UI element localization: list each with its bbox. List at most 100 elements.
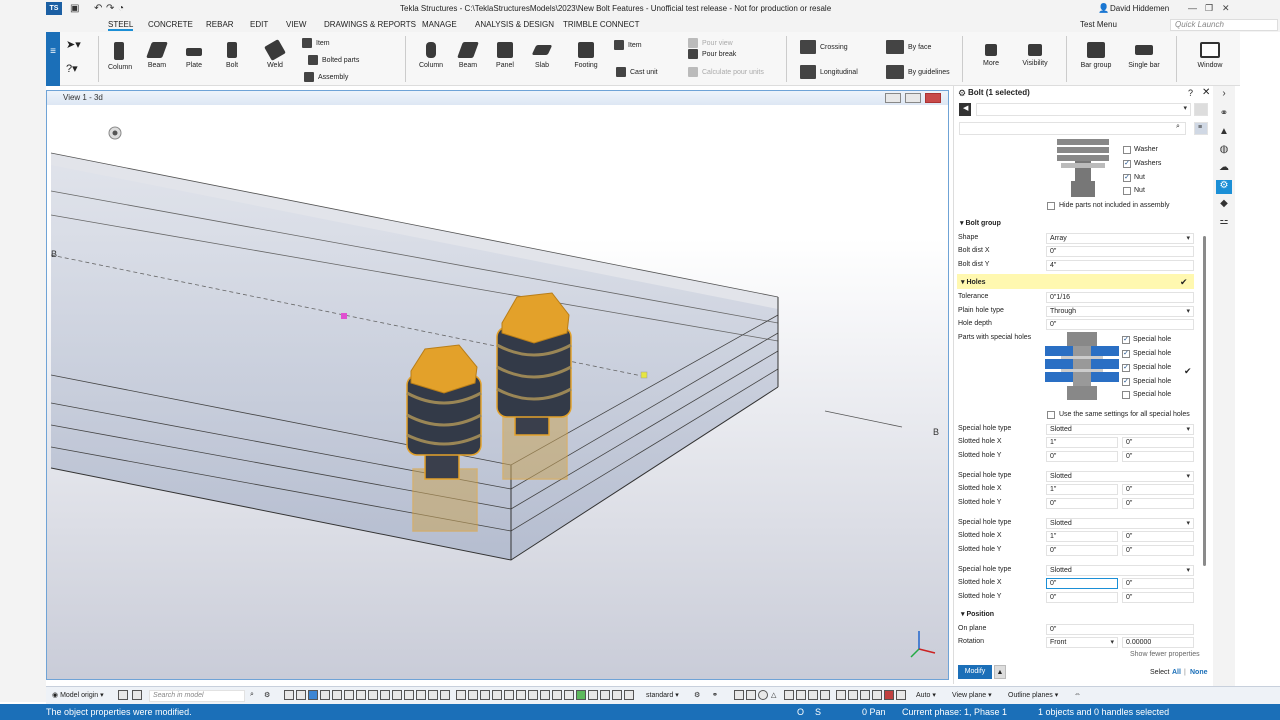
user-name[interactable]: David Hiddemen	[1110, 4, 1169, 13]
special-hole-2-checkbox[interactable]: ✓	[1122, 350, 1130, 358]
select-assembly-icon[interactable]	[332, 690, 342, 700]
status-phase[interactable]: Current phase: 1, Phase 1	[902, 707, 1007, 717]
save-icon[interactable]: ▣	[70, 3, 79, 14]
pour-break-button[interactable]: Pour break	[688, 49, 736, 59]
slotted-hole-y1-input[interactable]: 0"	[1046, 592, 1118, 603]
slotted-hole-x1-input[interactable]: 1"	[1046, 437, 1118, 448]
handle-point[interactable]	[341, 313, 347, 319]
slotted-hole-y1-input[interactable]: 0"	[1046, 498, 1118, 509]
snap-icon[interactable]	[468, 690, 478, 700]
cloud-icon[interactable]: ☁	[1216, 162, 1232, 176]
shape-icon[interactable]	[872, 690, 882, 700]
view-close-icon[interactable]	[925, 93, 941, 103]
special-hole-1-checkbox[interactable]: ✓	[1122, 336, 1130, 344]
model-view[interactable]: View 1 - 3d B B	[46, 90, 949, 680]
holes-section[interactable]: ▾ Holes	[961, 278, 986, 286]
hide-parts-checkbox[interactable]	[1047, 202, 1055, 210]
bolt-group-section[interactable]: ▾ Bolt group	[960, 219, 1001, 227]
slotted-hole-y2-input[interactable]: 0"	[1122, 545, 1194, 556]
test-menu[interactable]: Test Menu	[1080, 20, 1117, 29]
concrete-beam-button[interactable]: Beam	[457, 42, 479, 69]
steel-plate-button[interactable]: Plate	[183, 42, 205, 69]
slab-button[interactable]: Slab	[531, 42, 553, 69]
cube-icon[interactable]: ◆	[1216, 198, 1232, 212]
tab-concrete[interactable]: CONCRETE	[148, 20, 193, 29]
hat-icon[interactable]: ▲	[1216, 126, 1232, 140]
select-grid-icon[interactable]	[380, 690, 390, 700]
slotted-hole-x2-input[interactable]: 0"	[1122, 578, 1194, 589]
shape-icon[interactable]	[896, 690, 906, 700]
select-components-icon[interactable]	[320, 690, 330, 700]
single-bar-button[interactable]: Single bar	[1126, 42, 1162, 69]
attribute-file-select[interactable]	[976, 103, 1191, 116]
redo-icon[interactable]: ↷	[106, 3, 114, 14]
slotted-hole-y2-input[interactable]: 0"	[1122, 498, 1194, 509]
select-all-icon[interactable]	[284, 690, 294, 700]
globe-icon[interactable]: ◍	[1216, 144, 1232, 158]
restore-icon[interactable]: ❐	[1205, 3, 1213, 14]
cast-unit-button[interactable]: Cast unit	[616, 67, 658, 77]
select-parts-icon[interactable]	[296, 690, 306, 700]
status-o[interactable]: O	[797, 707, 804, 717]
select-cut-icon[interactable]	[368, 690, 378, 700]
user-icon[interactable]: 👤	[1098, 3, 1109, 14]
special-hole-5-checkbox[interactable]	[1122, 391, 1130, 399]
tab-drawings-reports[interactable]: DRAWINGS & REPORTS	[324, 20, 416, 29]
minimize-icon[interactable]: —	[1188, 3, 1197, 13]
select-none-link[interactable]: None	[1190, 669, 1208, 676]
hamburger-icon[interactable]: ≡	[46, 32, 60, 86]
special-hole-4-checkbox[interactable]: ✓	[1122, 378, 1130, 386]
snap-icon[interactable]	[456, 690, 466, 700]
tolerance-input[interactable]: 0"1/16	[1046, 292, 1194, 303]
bar-group-button[interactable]: Bar group	[1078, 42, 1114, 69]
shape-select[interactable]: Array	[1046, 233, 1194, 244]
view-minimize-icon[interactable]	[885, 93, 901, 103]
more-button[interactable]: More	[980, 44, 1002, 67]
tab-analysis-design[interactable]: ANALYSIS & DESIGN	[475, 20, 554, 29]
circle-icon[interactable]	[758, 690, 768, 700]
model-canvas[interactable]: B B	[47, 105, 948, 679]
toggle-icon[interactable]	[132, 690, 142, 700]
special-hole-type-select[interactable]: Slotted	[1046, 565, 1194, 576]
calculate-pour-units-button[interactable]: Calculate pour units	[688, 67, 764, 77]
slotted-hole-x1-input[interactable]: 1"	[1046, 484, 1118, 495]
panel-scrollbar[interactable]	[1203, 236, 1206, 566]
snap-icon[interactable]	[480, 690, 490, 700]
same-settings-checkbox[interactable]	[1047, 411, 1055, 419]
special-hole-type-select[interactable]: Slotted	[1046, 424, 1194, 435]
footing-button[interactable]: Footing	[572, 42, 600, 69]
options-menu-icon[interactable]: ≡	[1194, 122, 1208, 135]
slotted-hole-x1-input[interactable]: 1"	[1046, 531, 1118, 542]
select-objects-icon[interactable]	[308, 690, 318, 700]
select-all-link[interactable]: All	[1172, 669, 1181, 676]
tab-view[interactable]: VIEW	[286, 20, 306, 29]
select-view-icon[interactable]	[416, 690, 426, 700]
slotted-hole-x2-input[interactable]: 0"	[1122, 437, 1194, 448]
view-restore-icon[interactable]	[905, 93, 921, 103]
nut2-checkbox[interactable]	[1123, 187, 1131, 195]
quick-launch-input[interactable]: Quick Launch	[1170, 19, 1278, 31]
show-fewer-properties-link[interactable]: Show fewer properties	[1130, 651, 1200, 658]
model-origin-select[interactable]: ◉ Model origin ▾	[52, 691, 104, 699]
snap-icon[interactable]	[624, 690, 634, 700]
window-button[interactable]: Window	[1192, 42, 1228, 69]
gear-icon[interactable]: ⚙	[694, 691, 700, 699]
close-panel-icon[interactable]: ✕	[1202, 87, 1210, 98]
back-arrow-icon[interactable]: ◀	[959, 103, 971, 116]
slotted-hole-y2-input[interactable]: 0"	[1122, 592, 1194, 603]
steel-beam-button[interactable]: Beam	[146, 42, 168, 69]
shape-icon[interactable]	[848, 690, 858, 700]
special-hole-type-select[interactable]: Slotted	[1046, 471, 1194, 482]
snap-icon[interactable]	[516, 690, 526, 700]
visibility-button[interactable]: Visibility	[1020, 44, 1050, 67]
bolt-dist-x-input[interactable]: 0"	[1046, 246, 1194, 257]
property-search-input[interactable]	[959, 122, 1186, 135]
special-hole-3-checkbox[interactable]: ✓	[1122, 364, 1130, 372]
slotted-hole-y2-input[interactable]: 0"	[1122, 451, 1194, 462]
select-rebar-icon[interactable]	[428, 690, 438, 700]
pick-icon[interactable]: ▲	[994, 665, 1006, 679]
status-s[interactable]: S	[815, 707, 821, 717]
undo-icon[interactable]: ↶	[94, 3, 102, 14]
snap-icon[interactable]	[552, 690, 562, 700]
longitudinal-button[interactable]: Longitudinal	[800, 65, 858, 79]
